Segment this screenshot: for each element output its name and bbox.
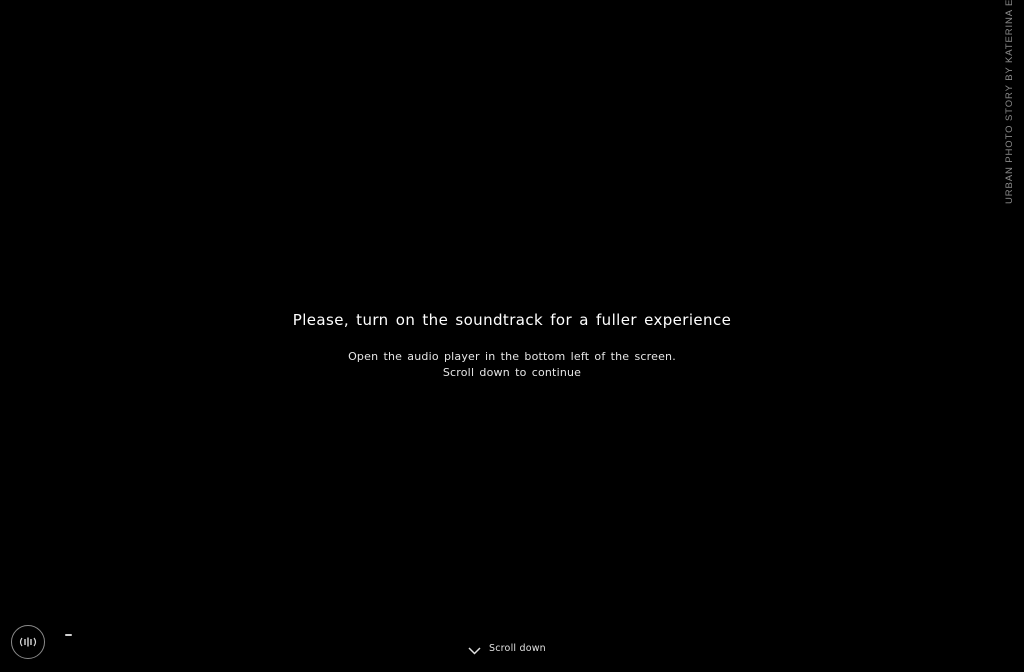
intro-line-scroll: Scroll down to continue — [442, 366, 582, 379]
side-credit: URBAN PHOTO STORY BY KATERINA ELIOR — [1004, 0, 1015, 204]
audio-player-button[interactable] — [11, 625, 45, 659]
audio-player-indicator — [65, 634, 72, 636]
scroll-down-link[interactable]: Scroll down — [468, 640, 546, 656]
audio-waves-icon — [19, 637, 37, 647]
intro-headline: Please, turn on the soundtrack for a ful… — [292, 311, 732, 329]
scroll-down-label: Scroll down — [489, 642, 546, 654]
intro-line-player: Open the audio player in the bottom left… — [348, 350, 676, 363]
chevron-down-icon — [468, 647, 481, 655]
intro-instructions: Open the audio player in the bottom left… — [0, 349, 1024, 381]
